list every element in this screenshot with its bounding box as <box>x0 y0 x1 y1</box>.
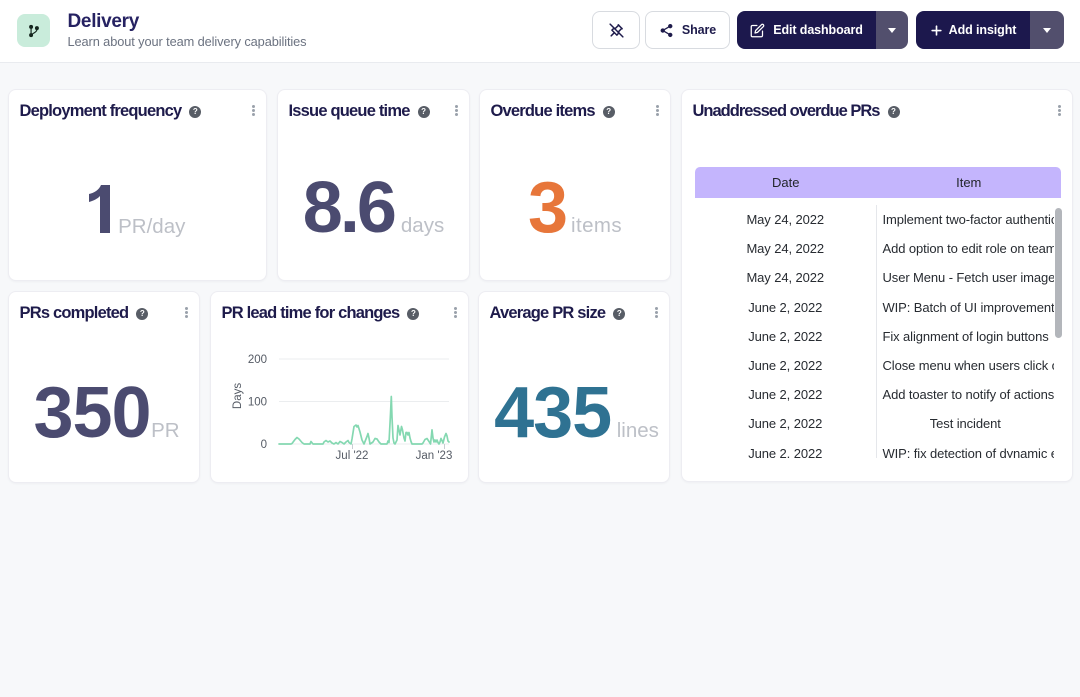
svg-text:100: 100 <box>248 397 267 409</box>
svg-text:Jan '23: Jan '23 <box>416 450 453 462</box>
svg-text:200: 200 <box>248 354 267 366</box>
svg-text:Jul '22: Jul '22 <box>336 450 369 462</box>
svg-text:Days: Days <box>232 383 244 409</box>
svg-text:0: 0 <box>261 439 267 451</box>
